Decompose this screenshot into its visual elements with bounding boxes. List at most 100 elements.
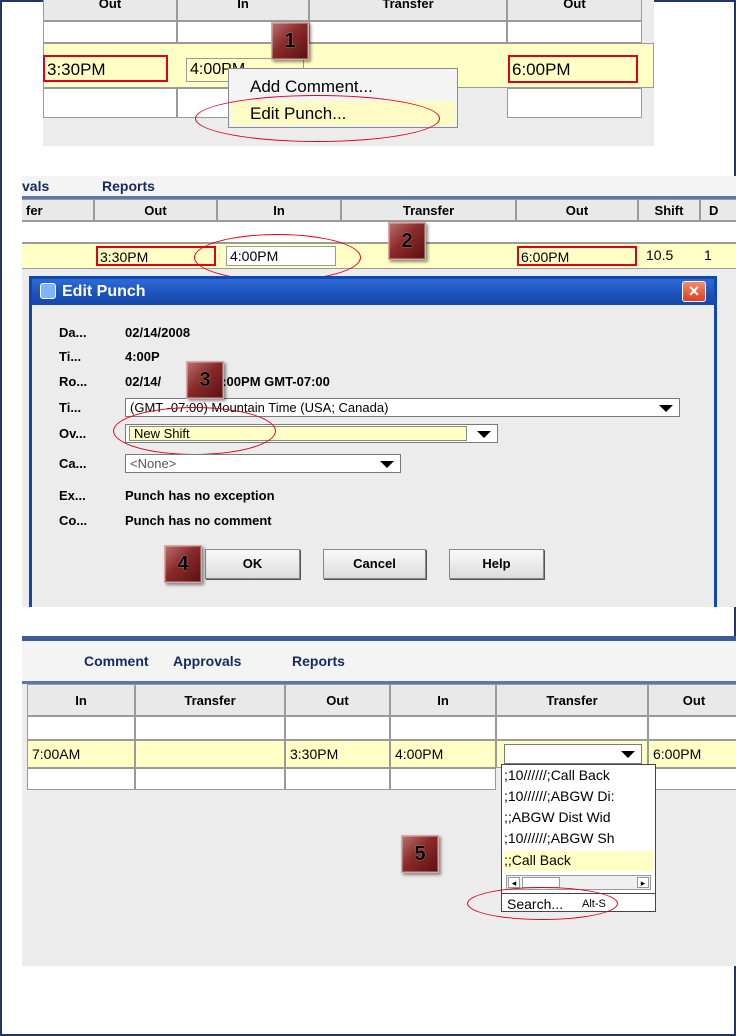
chevron-down-icon [477,431,491,438]
header-out-2: Out [648,684,736,716]
blank-cell [27,716,135,740]
edit-punch-dialog: Edit Punch × Da... 02/14/2008 Ti... 4:00… [29,276,717,607]
nav-bar: vals Reports [22,176,736,196]
transfer-cell[interactable] [135,740,285,768]
blank-cell [43,88,177,118]
field-value-rounded-time: 4:00PM GMT-07:00 [215,374,330,389]
header-in: In [217,199,341,221]
scroll-right-icon[interactable]: ▸ [637,877,649,888]
nav-reports[interactable]: Reports [292,653,345,669]
highlight-oval-edit-punch [195,95,440,142]
scroll-left-icon[interactable]: ◂ [508,877,520,888]
cancel-deduction-select-value: <None> [130,456,177,471]
field-value-rounded: 02/14/ [125,374,162,389]
out-time-cell[interactable]: 3:30PM [43,55,168,82]
help-button[interactable]: Help [449,549,544,579]
dropdown-option[interactable]: ;10//////;ABGW Di: [504,788,614,804]
nav-bar: Comment Approvals Reports [22,641,736,681]
header-label: D [709,203,719,218]
field-value-exception: Punch has no exception [125,488,275,503]
blank-cell [496,716,648,740]
in-time-cell[interactable]: 7:00AM [27,740,135,768]
header-transfer: Transfer [309,0,507,21]
step-badge-2: 2 [388,222,426,260]
transfer-select[interactable] [504,744,642,764]
blank-cell [309,21,507,43]
header-label: Out [326,693,349,708]
header-label: Out [563,0,586,11]
header-out: Out [94,199,217,221]
field-label-date: Da... [59,325,87,340]
header-label: Out [565,203,589,218]
badge-number: 4 [177,552,189,575]
out-time-cell-2[interactable]: 6:00PM [508,55,638,83]
blank-cell [285,768,390,790]
header-label: Out [682,693,706,708]
blank-cell [507,88,642,118]
dialog-title: Edit Punch [62,283,146,300]
header-shift: Shift [638,199,700,221]
blank-cell [390,716,496,740]
in-time-cell-2[interactable]: 4:00PM [390,740,496,768]
header-label: Out [98,0,122,11]
step-badge-4: 4 [164,545,202,583]
header-label: Transfer [402,203,455,218]
header-d: D [700,199,736,221]
dropdown-option[interactable]: ;10//////;Call Back [504,767,610,783]
step-badge-1: 1 [271,22,309,60]
panel-context-menu: Out In Transfer Out 3:30PM 4:00PM 6:00PM… [43,0,654,146]
header-label: Transfer [184,693,236,708]
cancel-deduction-select[interactable]: <None> [125,454,401,473]
header-label: fer [26,203,43,218]
header-in-2: In [390,684,496,716]
header-label: Shift [654,203,684,218]
out-time-cell-2[interactable]: 6:00PM [648,740,736,768]
blank-cell [135,716,285,740]
header-transfer: Transfer [135,684,285,716]
nav-approvals[interactable]: vals [22,178,49,194]
badge-number: 1 [284,29,296,52]
panel-transfer-dropdown: Comment Approvals Reports In Transfer Ou… [22,636,736,966]
dialog-app-icon [40,283,56,299]
cancel-button[interactable]: Cancel [323,549,426,579]
dropdown-option[interactable]: ;10//////;ABGW Sh [504,830,614,846]
nav-reports[interactable]: Reports [102,178,155,194]
header-transfer-2: Transfer [341,199,516,221]
blank-cell [27,768,135,790]
close-icon[interactable]: × [682,281,706,302]
field-label-timezone: Ti... [59,400,82,415]
out-time-cell-2[interactable]: 6:00PM [517,246,637,266]
header-out-2: Out [516,199,638,221]
header-label: Transfer [382,0,434,11]
menu-item-add-comment[interactable]: Add Comment... [250,77,373,97]
header-out-2: Out [507,0,642,21]
nav-approvals[interactable]: Approvals [173,653,241,669]
dialog-title-bar: Edit Punch × [32,279,714,305]
step-badge-3: 3 [186,361,224,399]
chevron-down-icon [659,405,673,412]
header-in: In [177,0,309,21]
d-value: 1 [704,247,712,263]
header-label: In [75,693,87,708]
header-in: In [27,684,135,716]
highlight-oval-override [113,407,276,455]
dropdown-option-selected[interactable]: ;;Call Back [504,852,571,868]
header-transfer-2: Transfer [496,684,648,716]
header-label: Transfer [546,693,598,708]
badge-number: 5 [414,842,426,865]
blank-row [22,221,736,243]
ok-button[interactable]: OK [205,549,300,579]
header-out: Out [43,0,177,21]
blank-cell [285,716,390,740]
field-label-comment: Co... [59,513,88,528]
header-label: In [437,693,449,708]
badge-number: 3 [199,368,211,391]
step-badge-5: 5 [401,835,439,873]
header-label: Out [144,203,167,218]
blank-cell [390,768,496,790]
field-label-exception: Ex... [59,488,86,503]
out-time-cell[interactable]: 3:30PM [285,740,390,768]
nav-comment[interactable]: Comment [84,653,149,669]
dropdown-option[interactable]: ;;ABGW Dist Wid [504,809,611,825]
field-label-cancel-deduction: Ca... [59,456,87,471]
